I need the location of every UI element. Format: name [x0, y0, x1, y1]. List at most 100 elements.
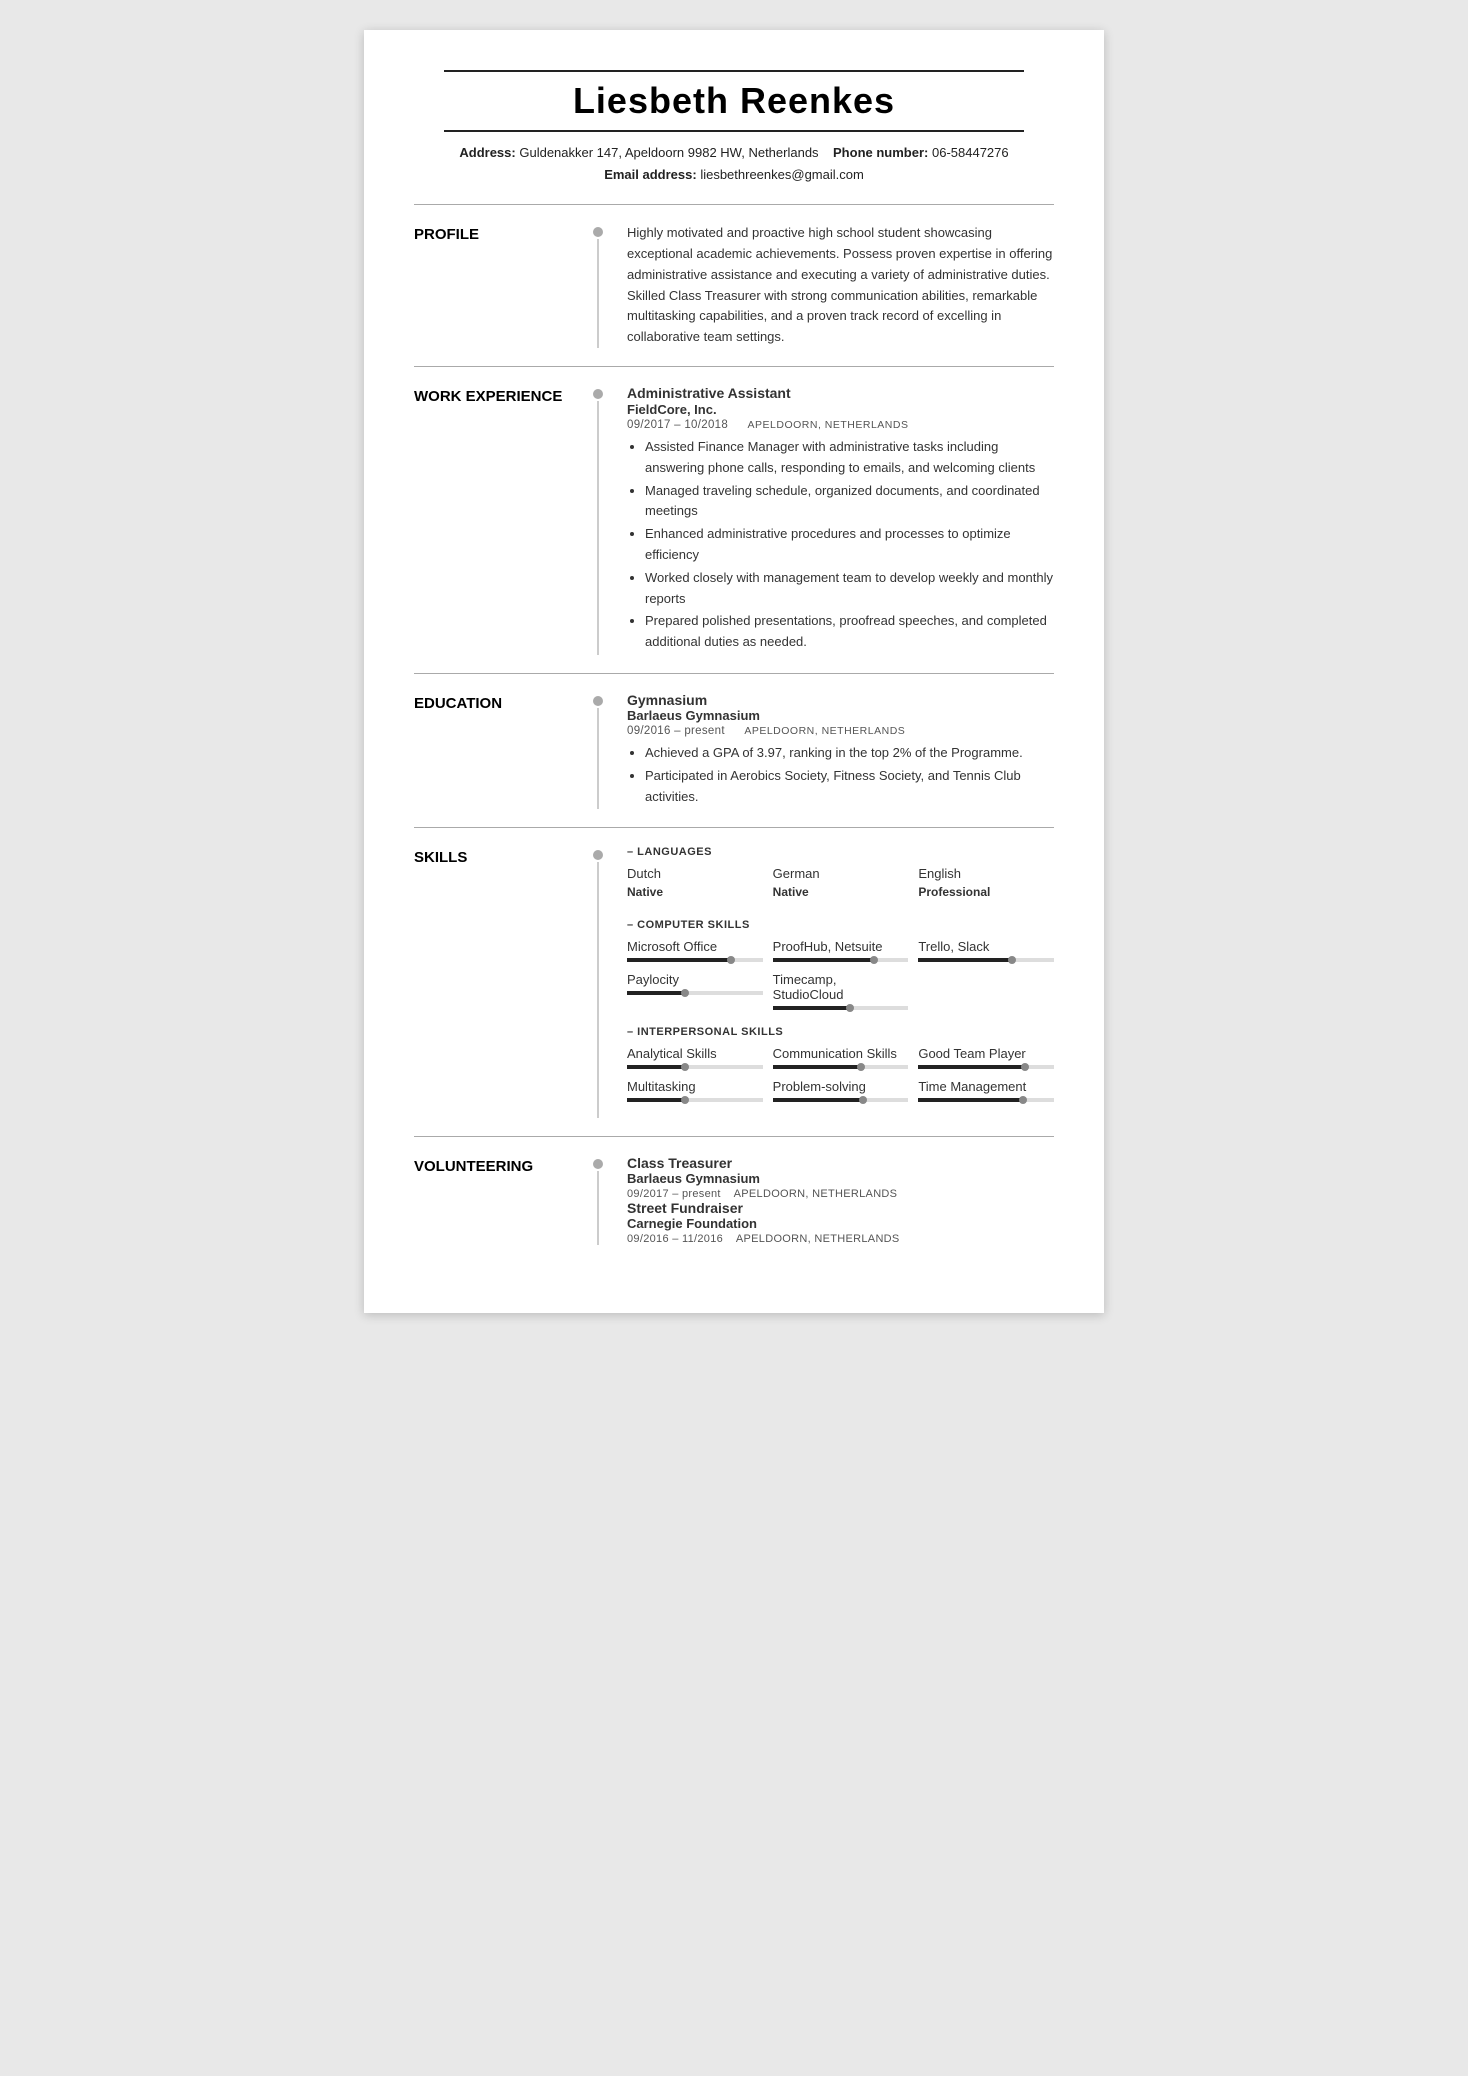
vol-title: Class Treasurer: [627, 1155, 1054, 1171]
work-timeline: [584, 385, 612, 655]
education-section: EDUCATION Gymnasium Barlaeus Gymnasium 0…: [414, 674, 1054, 828]
skill-item-time-management: Time Management: [918, 1079, 1054, 1102]
skill-bar-fill: [773, 1006, 852, 1010]
bullet-item: Worked closely with management team to d…: [645, 568, 1054, 610]
timeline-line: [597, 1171, 599, 1245]
vol-org: Carnegie Foundation: [627, 1216, 1054, 1231]
skills-timeline: [584, 846, 612, 1118]
skill-bar: [627, 1065, 763, 1069]
timeline-line: [597, 708, 599, 809]
skill-bar-dot: [681, 1096, 689, 1104]
vol-date: 09/2016 – 11/2016: [627, 1233, 723, 1245]
interpersonal-skills-grid: Analytical Skills Communication Skills: [627, 1046, 1054, 1102]
edu-location: APELDOORN, NETHERLANDS: [744, 725, 905, 737]
profile-timeline: [584, 223, 612, 348]
vol-location: APELDOORN, NETHERLANDS: [736, 1233, 900, 1245]
work-experience-label: WORK EXPERIENCE: [414, 385, 584, 655]
skill-bar-fill: [918, 958, 1013, 962]
skill-item: Microsoft Office: [627, 939, 763, 962]
skill-name: German: [773, 866, 909, 881]
volunteering-timeline: [584, 1155, 612, 1245]
skill-bar: [627, 991, 763, 995]
resume-document: Liesbeth Reenkes Address: Guldenakker 14…: [364, 30, 1104, 1313]
timeline-dot: [593, 850, 603, 860]
skill-item: Timecamp, StudioCloud: [773, 972, 909, 1010]
edu-bullets: Achieved a GPA of 3.97, ranking in the t…: [627, 743, 1054, 807]
skill-bar-dot: [681, 1063, 689, 1071]
computer-skills-grid: Microsoft Office ProofHub, Netsuite: [627, 939, 1054, 1010]
phone-label: Phone number:: [833, 145, 928, 160]
skills-label: SKILLS: [414, 846, 584, 1118]
skill-bar-dot: [870, 956, 878, 964]
vol-date: 09/2017 – present: [627, 1188, 721, 1200]
job-location: APELDOORN, NETHERLANDS: [748, 419, 909, 431]
bullet-item: Participated in Aerobics Society, Fitnes…: [645, 766, 1054, 808]
skills-section: SKILLS – LANGUAGES Dutch Native German N…: [414, 828, 1054, 1137]
profile-content: Highly motivated and proactive high scho…: [612, 223, 1054, 348]
skill-item-analytical: Analytical Skills: [627, 1046, 763, 1069]
work-experience-section: WORK EXPERIENCE Administrative Assistant…: [414, 367, 1054, 674]
timeline-dot: [593, 227, 603, 237]
email-value: liesbethreenkes@gmail.com: [700, 167, 864, 182]
skill-item-multitasking: Multitasking: [627, 1079, 763, 1102]
skill-name: Trello, Slack: [918, 939, 1054, 954]
skill-item-english: English Professional: [918, 866, 1054, 903]
vol-location: APELDOORN, NETHERLANDS: [734, 1188, 898, 1200]
skill-name: Time Management: [918, 1079, 1054, 1094]
volunteering-content: Class Treasurer Barlaeus Gymnasium 09/20…: [612, 1155, 1054, 1245]
volunteering-section: VOLUNTEERING Class Treasurer Barlaeus Gy…: [414, 1137, 1054, 1263]
job-date: 09/2017 – 10/2018: [627, 419, 728, 431]
edu-date: 09/2016 – present: [627, 725, 725, 737]
skill-bar: [918, 958, 1054, 962]
skill-bar-fill: [773, 1098, 865, 1102]
languages-title: – LANGUAGES: [627, 846, 1054, 858]
timeline-dot: [593, 696, 603, 706]
timeline-line: [597, 239, 599, 348]
address-label: Address:: [459, 145, 515, 160]
skill-bar-fill: [627, 1065, 687, 1069]
skill-name: Timecamp, StudioCloud: [773, 972, 909, 1002]
skill-name: English: [918, 866, 1054, 881]
bullet-item: Enhanced administrative procedures and p…: [645, 524, 1054, 566]
skill-name: Problem-solving: [773, 1079, 909, 1094]
phone-value: 06-58447276: [932, 145, 1009, 160]
skill-bar-fill: [627, 1098, 687, 1102]
skill-bar: [773, 958, 909, 962]
skill-bar-dot: [1008, 956, 1016, 964]
skill-item: ProofHub, Netsuite: [773, 939, 909, 962]
skill-item-problem-solving: Problem-solving: [773, 1079, 909, 1102]
skill-name: Multitasking: [627, 1079, 763, 1094]
skill-bar-fill: [918, 1098, 1024, 1102]
job-title: Administrative Assistant: [627, 385, 1054, 401]
languages-grid: Dutch Native German Native English Profe…: [627, 866, 1054, 903]
skill-item: Trello, Slack: [918, 939, 1054, 962]
volunteering-label: VOLUNTEERING: [414, 1155, 584, 1245]
skill-item-dutch: Dutch Native: [627, 866, 763, 903]
vol-org: Barlaeus Gymnasium: [627, 1171, 1054, 1186]
skill-bar: [773, 1006, 909, 1010]
computer-skills-subsection: – COMPUTER SKILLS Microsoft Office Proof…: [627, 919, 1054, 1010]
email-label: Email address:: [604, 167, 697, 182]
skill-bar-fill: [773, 958, 876, 962]
resume-header: Liesbeth Reenkes Address: Guldenakker 14…: [414, 70, 1054, 186]
skill-bar-dot: [1021, 1063, 1029, 1071]
education-timeline: [584, 692, 612, 809]
languages-subsection: – LANGUAGES Dutch Native German Native E…: [627, 846, 1054, 903]
skill-name: Dutch: [627, 866, 763, 881]
company-name: FieldCore, Inc.: [627, 402, 1054, 417]
skill-bar-fill: [773, 1065, 863, 1069]
skill-bar-dot: [859, 1096, 867, 1104]
skill-bar-dot: [681, 989, 689, 997]
skill-bar: [627, 1098, 763, 1102]
skill-name: Good Team Player: [918, 1046, 1054, 1061]
vol-entry: Street Fundraiser Carnegie Foundation 09…: [627, 1200, 1054, 1245]
interpersonal-skills-title: – INTERPERSONAL SKILLS: [627, 1026, 1054, 1038]
skill-level: Native: [627, 885, 763, 899]
profile-text: Highly motivated and proactive high scho…: [627, 223, 1054, 348]
skill-name: Analytical Skills: [627, 1046, 763, 1061]
address-value: Guldenakker 147, Apeldoorn 9982 HW, Neth…: [519, 145, 818, 160]
timeline-dot: [593, 389, 603, 399]
vol-entry: Class Treasurer Barlaeus Gymnasium 09/20…: [627, 1155, 1054, 1200]
skill-bar-fill: [627, 991, 687, 995]
skill-bar: [627, 958, 763, 962]
